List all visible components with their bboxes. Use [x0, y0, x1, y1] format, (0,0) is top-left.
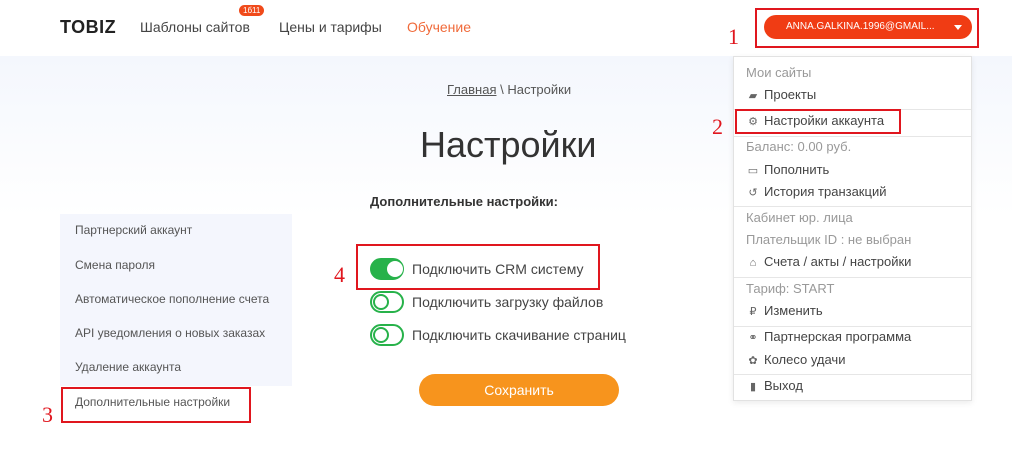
- annotation-number-3: 3: [42, 402, 53, 427]
- annotation-box-3: [61, 387, 251, 423]
- dd-wheel-label: Колесо удачи: [764, 352, 846, 367]
- dd-projects-label: Проекты: [764, 87, 817, 102]
- save-button[interactable]: Сохранить: [419, 374, 619, 406]
- dd-payer: Плательщик ID : не выбран: [746, 232, 912, 247]
- dd-invoices[interactable]: ⌂ Счета / акты / настройки: [746, 254, 912, 269]
- page-download-toggle[interactable]: [370, 324, 404, 346]
- dd-logout-label: Выход: [764, 378, 803, 393]
- sidebar-item-delete-account[interactable]: Удаление аккаунта: [75, 360, 181, 374]
- history-icon: ↺: [748, 187, 758, 199]
- dd-legal-cabinet: Кабинет юр. лица: [746, 210, 853, 225]
- dd-change-label: Изменить: [764, 303, 823, 318]
- dd-my-sites: Мои сайты: [746, 65, 812, 80]
- dd-invoices-label: Счета / акты / настройки: [764, 254, 912, 269]
- ruble-icon: ₽: [749, 306, 757, 318]
- annotation-box-4: [356, 244, 600, 290]
- credit-card-icon: ▭: [747, 165, 759, 177]
- breadcrumb-current: Настройки: [507, 82, 572, 97]
- page-download-toggle-label: Подключить скачивание страниц: [412, 327, 626, 343]
- dd-divider: [734, 136, 971, 137]
- sidebar-item-partner-account[interactable]: Партнерский аккаунт: [75, 223, 192, 237]
- dd-logout[interactable]: ▮ Выход: [746, 378, 803, 393]
- account-dropdown: Мои сайты ▰ Проекты ⚙ Настройки аккаунта Б…: [733, 56, 972, 401]
- sidebar-item-api-notifications[interactable]: API уведомления о новых заказах: [75, 326, 265, 340]
- folder-icon: ▰: [748, 90, 758, 102]
- annotation-box-1: [755, 8, 979, 48]
- dd-topup-label: Пополнить: [764, 162, 830, 177]
- nav-prices[interactable]: Цены и тарифы: [279, 19, 382, 35]
- dd-divider: [734, 374, 971, 375]
- file-upload-toggle-label: Подключить загрузку файлов: [412, 294, 604, 310]
- dd-projects[interactable]: ▰ Проекты: [746, 87, 816, 102]
- bank-icon: ⌂: [749, 257, 757, 269]
- annotation-number-2: 2: [712, 114, 723, 139]
- dd-divider: [734, 277, 971, 278]
- toggle-knob: [373, 327, 389, 343]
- dd-transactions[interactable]: ↺ История транзакций: [746, 184, 886, 199]
- dd-partner-program-label: Партнерская программа: [764, 329, 912, 344]
- file-upload-toggle[interactable]: [370, 291, 404, 313]
- logo[interactable]: TOBIZ: [60, 17, 116, 38]
- templates-badge: 1б11: [239, 5, 265, 16]
- section-title: Дополнительные настройки:: [370, 194, 558, 209]
- annotation-number-4: 4: [334, 262, 345, 287]
- dd-transactions-label: История транзакций: [764, 184, 887, 199]
- lock-icon: ▮: [749, 381, 757, 393]
- sidebar-item-change-password[interactable]: Смена пароля: [75, 258, 155, 272]
- breadcrumb: Главная \ Настройки: [447, 82, 571, 97]
- nav-learn[interactable]: Обучение: [407, 19, 471, 35]
- dd-change[interactable]: ₽ Изменить: [746, 303, 823, 318]
- breadcrumb-separator: \: [500, 82, 504, 97]
- dd-wheel[interactable]: ✿ Колесо удачи: [746, 352, 845, 367]
- toggle-knob: [373, 294, 389, 310]
- dd-divider: [734, 206, 971, 207]
- annotation-box-2: [735, 109, 901, 134]
- paw-icon: ✿: [748, 355, 758, 367]
- dd-topup[interactable]: ▭ Пополнить: [746, 162, 830, 177]
- annotation-number-1: 1: [728, 24, 739, 49]
- handshake-icon: ⚭: [748, 332, 758, 344]
- breadcrumb-home[interactable]: Главная: [447, 82, 496, 97]
- nav-templates[interactable]: Шаблоны сайтов: [140, 19, 250, 35]
- dd-tariff: Тариф: START: [746, 281, 835, 296]
- sidebar-item-auto-topup[interactable]: Автоматическое пополнение счета: [75, 292, 269, 306]
- page-title: Настройки: [420, 124, 597, 165]
- dd-balance: Баланс: 0.00 руб.: [746, 139, 852, 154]
- dd-partner-program[interactable]: ⚭ Партнерская программа: [746, 329, 911, 344]
- dd-divider: [734, 326, 971, 327]
